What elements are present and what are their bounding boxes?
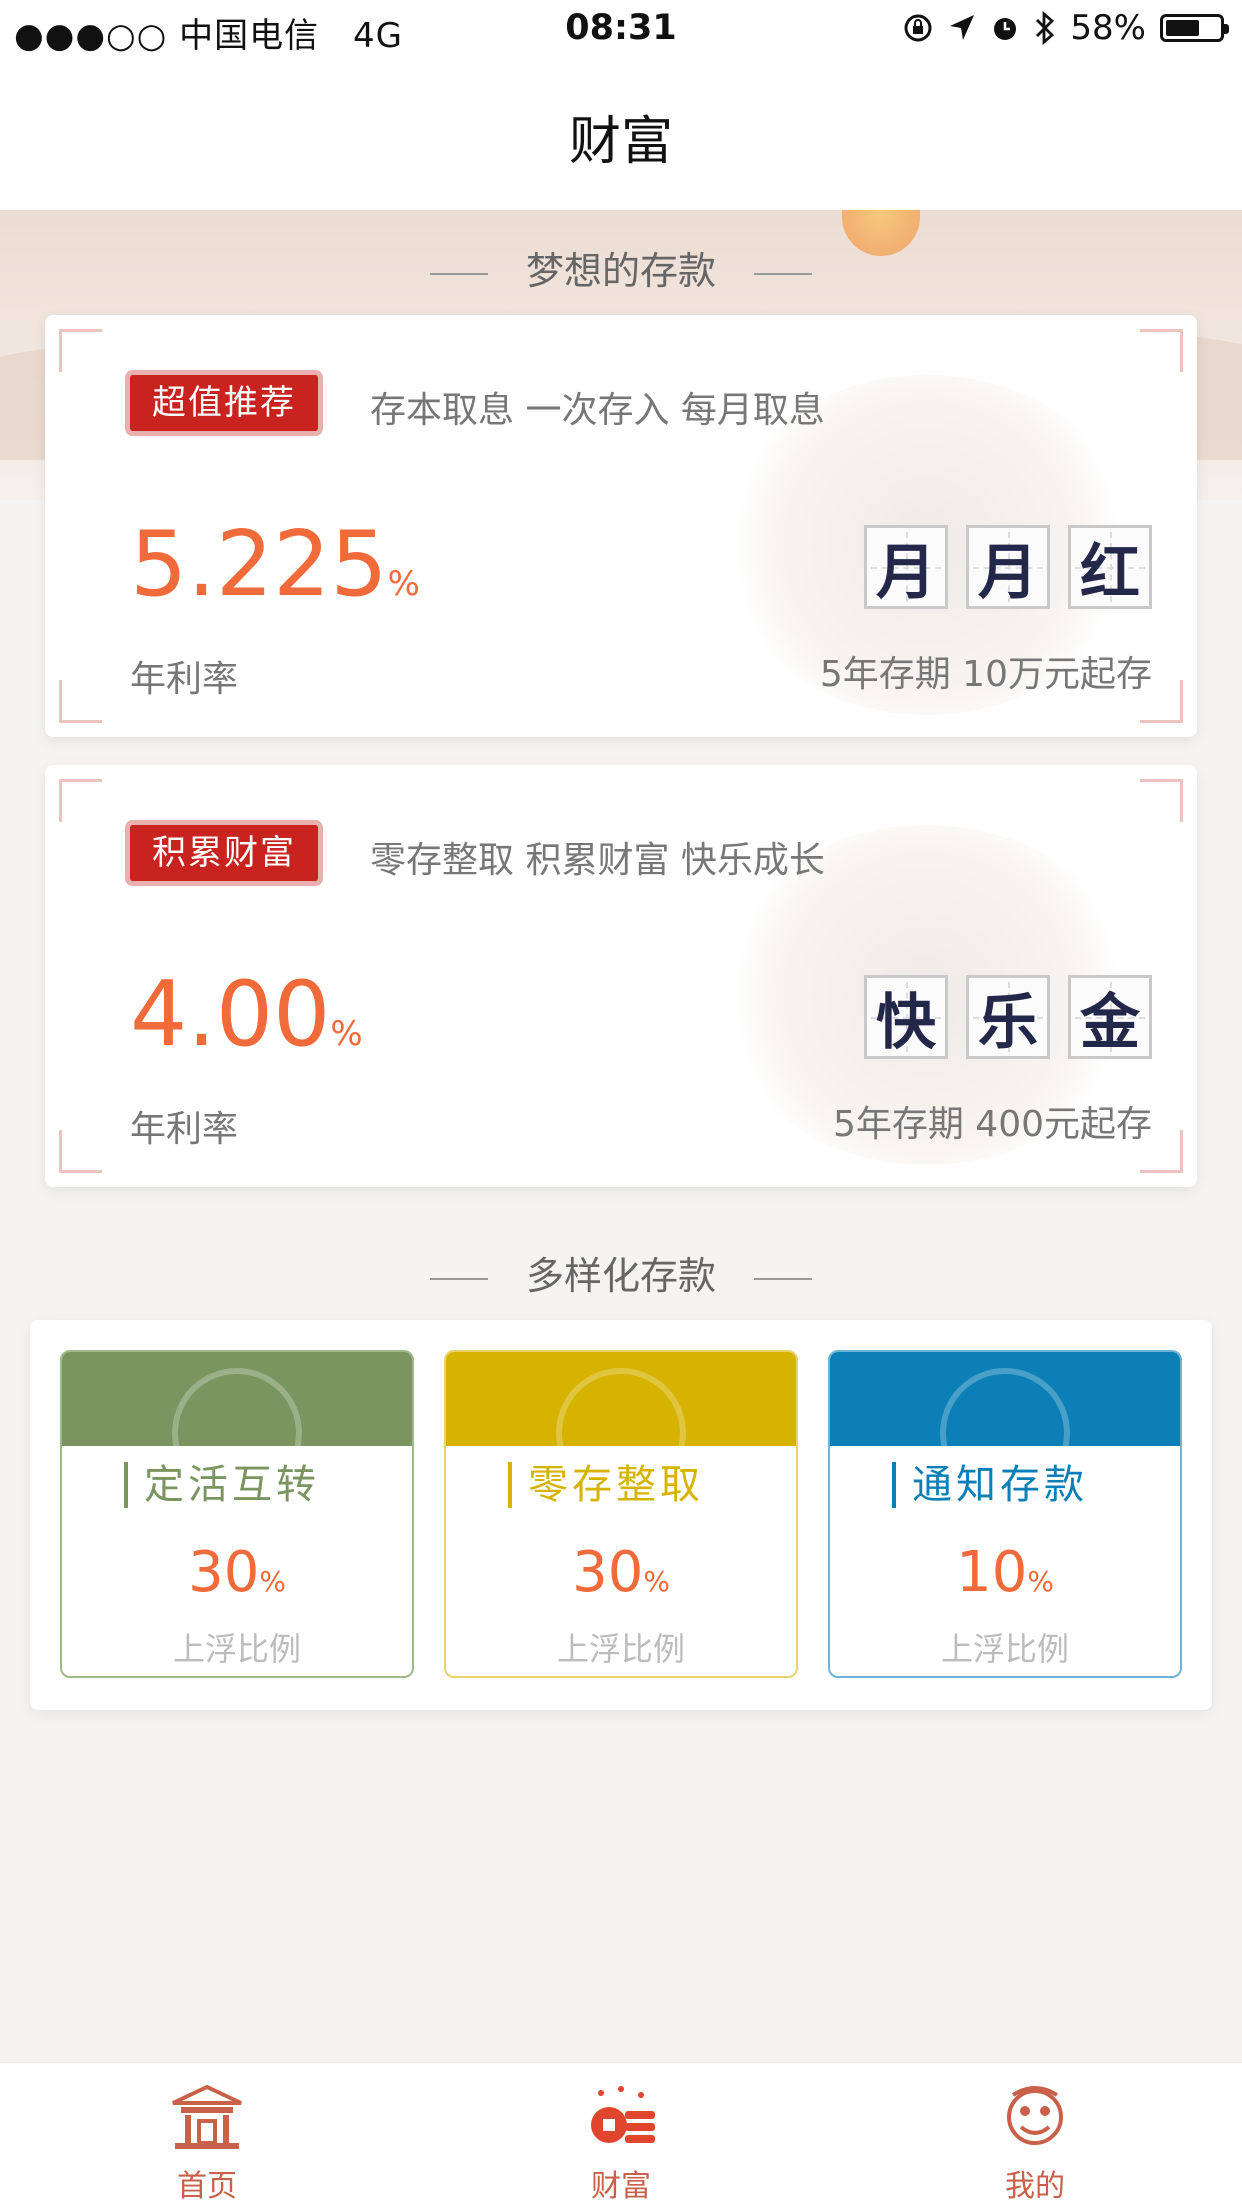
tab-label: 首页 bbox=[177, 2169, 237, 2204]
deposit-name: 零存整取 bbox=[508, 1462, 704, 1508]
tab-label: 财富 bbox=[591, 2169, 651, 2204]
rate-label: 年利率 bbox=[130, 1109, 239, 1150]
calligraphy-glyph: 快 bbox=[864, 975, 948, 1059]
tab-bar: 首页 财富 我的 bbox=[0, 2062, 1242, 2209]
product-term: 5年存期 400元起存 bbox=[832, 1104, 1152, 1145]
interest-rate: 5.225% bbox=[130, 520, 420, 610]
section-title-dream: 梦想的存款 bbox=[0, 240, 1242, 295]
deposit-name: 通知存款 bbox=[892, 1462, 1088, 1508]
battery-icon bbox=[1160, 14, 1229, 42]
deposit-rate-unit: % bbox=[1027, 1565, 1054, 1598]
bluetooth-icon bbox=[1036, 11, 1055, 45]
deposit-card-tongzhi[interactable]: 通知存款 10% 上浮比例 bbox=[828, 1350, 1182, 1678]
status-icons: 58% bbox=[902, 8, 1229, 48]
temple-icon bbox=[172, 2084, 242, 2149]
divider-line bbox=[754, 1277, 812, 1280]
coins-icon bbox=[591, 2086, 655, 2143]
tab-mine[interactable]: 我的 bbox=[828, 2063, 1242, 2209]
calligraphy-glyph: 月 bbox=[864, 525, 948, 609]
section-title-diverse: 多样化存款 bbox=[0, 1245, 1242, 1300]
corner-ornament bbox=[59, 680, 102, 723]
product-term: 5年存期 10万元起存 bbox=[819, 654, 1152, 695]
nav-bar: 财富 bbox=[0, 62, 1242, 210]
corner-ornament bbox=[59, 329, 102, 372]
corner-ornament bbox=[1140, 329, 1183, 372]
location-icon bbox=[950, 15, 975, 40]
deposit-rate: 30% bbox=[62, 1540, 412, 1605]
deposit-card-lingcun[interactable]: 零存整取 30% 上浮比例 bbox=[444, 1350, 798, 1678]
section-title-text: 梦想的存款 bbox=[525, 249, 716, 293]
deposit-rate-value: 10 bbox=[956, 1540, 1028, 1605]
card-header bbox=[62, 1352, 412, 1498]
corner-ornament bbox=[1140, 779, 1183, 822]
deposit-rate: 10% bbox=[830, 1540, 1180, 1605]
section-title-text: 多样化存款 bbox=[525, 1254, 716, 1298]
alarm-icon bbox=[994, 18, 1017, 40]
deposit-rate-value: 30 bbox=[188, 1540, 260, 1605]
tab-wealth[interactable]: 财富 bbox=[414, 2063, 828, 2209]
deposit-rate-value: 30 bbox=[572, 1540, 644, 1605]
deposit-rate: 30% bbox=[446, 1540, 796, 1605]
divider-line bbox=[429, 272, 488, 275]
product-slogan: 存本取息 一次存入 每月取息 bbox=[370, 390, 825, 431]
deposit-rate-unit: % bbox=[259, 1565, 286, 1598]
rotation-lock-icon bbox=[904, 14, 932, 42]
deposit-rate-unit: % bbox=[643, 1565, 670, 1598]
product-tag: 积累财富 bbox=[130, 825, 318, 881]
product-card-yueyuehong[interactable]: 超值推荐 存本取息 一次存入 每月取息 5.225% 年利率 月 月 红 5年存… bbox=[45, 315, 1197, 737]
deposit-card-dinghuo[interactable]: 定活互转 30% 上浮比例 bbox=[60, 1350, 414, 1678]
calligraphy-glyph: 乐 bbox=[966, 975, 1050, 1059]
divider-line bbox=[429, 1277, 488, 1280]
battery-percent: 58% bbox=[1070, 8, 1146, 48]
product-tag: 超值推荐 bbox=[130, 375, 318, 431]
tab-label: 我的 bbox=[1005, 2169, 1065, 2204]
deposit-options-panel: 定活互转 30% 上浮比例 零存整取 30% 上浮比例 通知存款 10% 上浮比… bbox=[30, 1320, 1212, 1710]
deposit-label: 上浮比例 bbox=[172, 1630, 301, 1668]
interest-rate: 4.00% bbox=[130, 970, 363, 1060]
card-header bbox=[446, 1352, 796, 1498]
product-card-kuailejin[interactable]: 积累财富 零存整取 积累财富 快乐成长 4.00% 年利率 快 乐 金 5年存期… bbox=[45, 765, 1197, 1187]
rate-value: 5.225 bbox=[130, 512, 388, 617]
rate-label: 年利率 bbox=[130, 659, 239, 700]
product-slogan: 零存整取 积累财富 快乐成长 bbox=[370, 840, 825, 881]
corner-ornament bbox=[59, 779, 102, 822]
rate-unit: % bbox=[387, 564, 420, 604]
calligraphy-glyph: 红 bbox=[1068, 525, 1152, 609]
tab-home[interactable]: 首页 bbox=[0, 2063, 414, 2209]
lion-icon bbox=[1007, 2086, 1063, 2145]
deposit-label: 上浮比例 bbox=[556, 1630, 685, 1668]
product-name-glyphs: 快 乐 金 bbox=[864, 975, 1152, 1059]
product-name-glyphs: 月 月 红 bbox=[864, 525, 1152, 609]
rate-unit: % bbox=[330, 1014, 363, 1054]
status-bar: ●●●○○ 中国电信 4G 08:31 58% bbox=[0, 0, 1242, 62]
calligraphy-glyph: 月 bbox=[966, 525, 1050, 609]
divider-line bbox=[754, 272, 812, 275]
deposit-label: 上浮比例 bbox=[940, 1630, 1069, 1668]
page-title: 财富 bbox=[568, 111, 673, 172]
calligraphy-glyph: 金 bbox=[1068, 975, 1152, 1059]
card-header bbox=[830, 1352, 1180, 1498]
corner-ornament bbox=[59, 1130, 102, 1173]
deposit-name: 定活互转 bbox=[124, 1462, 320, 1508]
rate-value: 4.00 bbox=[130, 962, 331, 1067]
